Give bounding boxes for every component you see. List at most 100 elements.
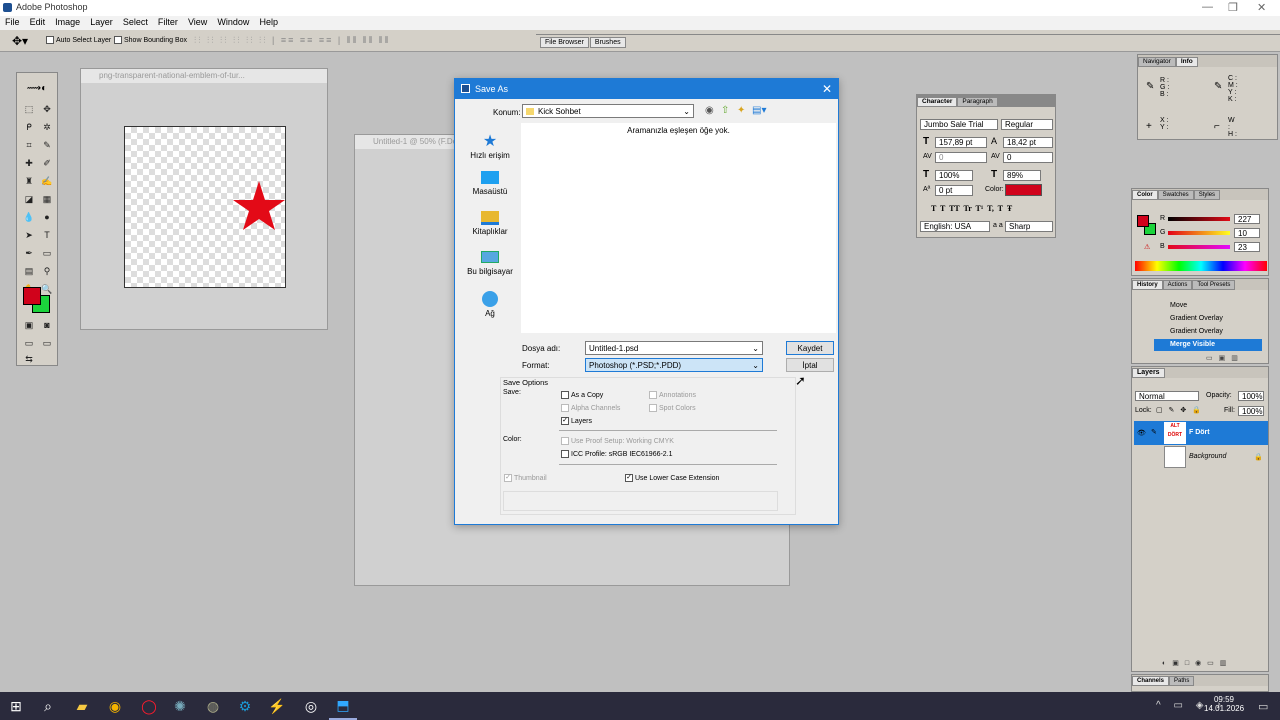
discord-icon[interactable]: ◍ <box>199 692 227 720</box>
restore-button[interactable]: ❐ <box>1228 1 1238 14</box>
as-copy-checkbox[interactable]: As a Copy <box>561 391 603 399</box>
type-tool-icon[interactable]: T <box>39 227 55 243</box>
foreground-color-swatch[interactable] <box>23 287 41 305</box>
blur-tool-icon[interactable]: 💧 <box>21 209 37 225</box>
text-color-swatch[interactable] <box>1005 184 1042 196</box>
blend-mode-select[interactable]: Normal <box>1135 391 1199 401</box>
fill-input[interactable]: 100% <box>1238 406 1264 416</box>
icc-profile-checkbox[interactable]: ICC Profile: sRGB IEC61966-2.1 <box>561 450 673 458</box>
dodge-tool-icon[interactable]: ● <box>39 209 55 225</box>
tab-actions[interactable]: Actions <box>1162 280 1193 290</box>
menu-file[interactable]: File <box>5 17 20 27</box>
close-button[interactable]: ✕ <box>1257 1 1266 14</box>
tab-paths[interactable]: Paths <box>1169 676 1195 686</box>
windows-icon[interactable]: ⊞ <box>2 692 30 720</box>
eyedropper-tool-icon[interactable]: ⚲ <box>39 263 55 279</box>
filename-input[interactable]: Untitled-1.psd ⌄ <box>585 341 763 355</box>
spot-colors-checkbox[interactable]: Spot Colors <box>649 404 696 412</box>
proof-setup-checkbox[interactable]: Use Proof Setup: Working CMYK <box>561 437 674 445</box>
alpha-channels-checkbox[interactable]: Alpha Channels <box>561 404 620 412</box>
notes-tool-icon[interactable]: ▤ <box>21 263 37 279</box>
new-folder-icon[interactable]: ✦ <box>737 105 745 116</box>
menu-window[interactable]: Window <box>217 17 249 27</box>
photoshop-icon[interactable]: ⬒ <box>329 692 357 720</box>
tab-character[interactable]: Character <box>917 97 958 107</box>
eye-icon[interactable]: 👁 <box>1137 429 1146 437</box>
sidebar-item-this-pc[interactable]: Bu bilgisayar <box>461 251 519 276</box>
menu-help[interactable]: Help <box>259 17 278 27</box>
blue-slider[interactable] <box>1168 245 1230 249</box>
align-icons[interactable]: ⫶⫶ ⫶⫶ ⫶⫶ ⫶⫶ ⫶⫶ ⫶⫶ | ≡≡ ≡≡ ≡≡ | ⫴⫴ ⫴⫴ ⫴⫴ <box>194 35 390 46</box>
menu-select[interactable]: Select <box>123 17 148 27</box>
tab-paragraph[interactable]: Paragraph <box>957 97 998 107</box>
move-tool-icon[interactable]: ✥ <box>39 101 55 117</box>
notification-icon[interactable]: ▭ <box>1258 700 1268 713</box>
horizontal-scale-input[interactable]: 89% <box>1003 170 1041 181</box>
chrome-icon[interactable]: ◉ <box>101 692 129 720</box>
language-select[interactable]: English: USA <box>920 221 990 232</box>
tab-info[interactable]: Info <box>1175 57 1198 67</box>
gradient-tool-icon[interactable]: ▦ <box>39 191 55 207</box>
lock-icons[interactable]: ▢ ✎ ✥ 🔒 <box>1156 406 1203 414</box>
red-slider[interactable] <box>1168 217 1230 221</box>
crop-tool-icon[interactable]: ⌗ <box>21 137 37 153</box>
opacity-input[interactable]: 100% <box>1238 391 1264 401</box>
sidebar-item-libraries[interactable]: Kitaplıklar <box>461 211 519 236</box>
layer-name[interactable]: F Dört <box>1189 429 1210 436</box>
file-list[interactable]: Aramanızla eşleşen öğe yok. <box>521 123 836 333</box>
steam-icon[interactable]: ⚙ <box>231 692 259 720</box>
search-icon[interactable]: ⌕ <box>34 692 62 720</box>
fullscreen-mode-icon[interactable]: ▭ <box>39 335 55 351</box>
tab-swatches[interactable]: Swatches <box>1157 190 1194 200</box>
clock[interactable]: 09:59 14.01.2026 <box>1204 695 1244 713</box>
cancel-button[interactable]: İptal <box>786 358 834 372</box>
screen-mode-icon[interactable]: ▭ <box>21 335 37 351</box>
quickmask-mode-icon[interactable]: ◙ <box>39 317 55 333</box>
color-spectrum[interactable] <box>1135 261 1267 271</box>
sidebar-item-network[interactable]: Ağ <box>461 291 519 318</box>
green-slider[interactable] <box>1168 231 1230 235</box>
minimize-button[interactable]: — <box>1202 1 1213 13</box>
leading-input[interactable]: 18,42 pt <box>1003 137 1053 148</box>
obs-icon[interactable]: ◎ <box>297 692 325 720</box>
kerning-input[interactable]: 0 <box>935 152 987 163</box>
magic-wand-icon[interactable]: ✲ <box>39 119 55 135</box>
slice-tool-icon[interactable]: ✎ <box>39 137 55 153</box>
location-select[interactable]: Kick Sohbet ⌄ <box>522 104 694 118</box>
tab-layers[interactable]: Layers <box>1132 368 1165 378</box>
view-menu-icon[interactable]: ▤▾ <box>752 105 766 116</box>
opera-icon[interactable]: ◯ <box>135 692 163 720</box>
history-item[interactable]: Gradient Overlay <box>1154 326 1262 338</box>
annotations-checkbox[interactable]: Annotations <box>649 391 696 399</box>
tab-color[interactable]: Color <box>1132 190 1158 200</box>
canvas[interactable] <box>124 126 286 288</box>
marquee-tool-icon[interactable]: ⬚ <box>21 101 37 117</box>
foreground-color-swatch[interactable] <box>1137 215 1149 227</box>
tab-styles[interactable]: Styles <box>1193 190 1221 200</box>
document-window-emblem[interactable]: png-transparent-national-emblem-of-tur..… <box>80 68 328 330</box>
sidebar-item-desktop[interactable]: Masaüstü <box>461 171 519 196</box>
shape-tool-icon[interactable]: ▭ <box>39 245 55 261</box>
font-style-select[interactable]: Regular <box>1001 119 1053 130</box>
jump-to-imageready-icon[interactable]: ⇆ <box>21 351 37 367</box>
tab-brushes[interactable]: Brushes <box>589 37 626 48</box>
thumbnail-checkbox[interactable]: ✓ Thumbnail <box>504 474 547 482</box>
baseline-input[interactable]: 0 pt <box>935 185 973 196</box>
kick-icon[interactable]: ⚡ <box>263 692 291 720</box>
format-select[interactable]: Photoshop (*.PSD;*.PDD) ⌄ <box>585 358 763 372</box>
save-button[interactable]: Kaydet <box>786 341 834 355</box>
tab-tool-presets[interactable]: Tool Presets <box>1192 280 1236 290</box>
tracking-input[interactable]: 0 <box>1003 152 1053 163</box>
eraser-tool-icon[interactable]: ◪ <box>21 191 37 207</box>
layer-row[interactable]: Background 🔒 <box>1134 445 1268 469</box>
lower-case-checkbox[interactable]: ✓ Use Lower Case Extension <box>625 474 719 482</box>
healing-tool-icon[interactable]: ✚ <box>21 155 37 171</box>
menu-layer[interactable]: Layer <box>90 17 113 27</box>
layers-checkbox[interactable]: ✓ Layers <box>561 417 592 425</box>
text-style-buttons[interactable]: T T TT Tr T¹ T, T Ŧ <box>931 204 1012 213</box>
history-item[interactable]: Move <box>1154 300 1262 312</box>
close-icon[interactable]: ✕ <box>822 82 832 96</box>
antialias-select[interactable]: Sharp <box>1005 221 1053 232</box>
path-select-icon[interactable]: ➤ <box>21 227 37 243</box>
move-tool-icon[interactable]: ✥▾ <box>12 34 28 48</box>
